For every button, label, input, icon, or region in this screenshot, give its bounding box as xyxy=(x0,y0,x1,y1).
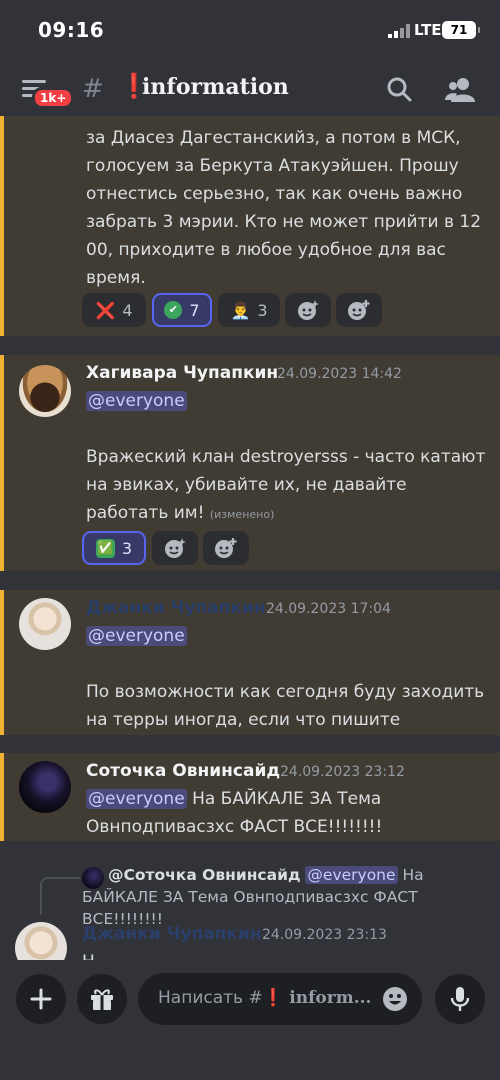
members-icon[interactable] xyxy=(445,76,475,102)
avatar[interactable] xyxy=(19,598,71,650)
microphone-icon xyxy=(450,987,470,1011)
cross-mark-icon: ❌ xyxy=(95,300,116,320)
message-item: Соточка Овнинсайд 24.09.2023 23:12 @ever… xyxy=(0,753,500,841)
green-check-icon: ✔ xyxy=(164,301,183,319)
avatar[interactable] xyxy=(19,761,71,813)
unread-badge: 1k+ xyxy=(32,87,75,109)
everyone-mention[interactable]: @everyone xyxy=(86,789,187,809)
status-bar: 09:16 LTE 71 xyxy=(0,0,500,60)
add-attachment-button[interactable] xyxy=(16,974,66,1024)
add-reaction-icon xyxy=(215,538,237,558)
super-reaction-icon xyxy=(165,538,186,558)
everyone-mention[interactable]: @everyone xyxy=(86,626,187,646)
reaction-count: 4 xyxy=(122,300,133,320)
everyone-mention: @everyone xyxy=(305,866,398,884)
avatar[interactable] xyxy=(15,922,67,960)
channel-header: 1k+ # ❗ information xyxy=(0,60,500,116)
emoji-picker-icon[interactable] xyxy=(382,986,408,1012)
check-mark-button-icon: ✅ xyxy=(95,538,115,558)
avatar[interactable] xyxy=(19,365,71,417)
message-body: @everyone xyxy=(86,622,490,650)
reaction-count: 3 xyxy=(121,538,133,558)
gift-button[interactable] xyxy=(77,974,127,1024)
add-super-reaction-button[interactable] xyxy=(285,293,331,327)
message-list[interactable]: за Диасез Дагестанскийз, а потом в МСК, … xyxy=(0,116,500,960)
message-body: @everyone xyxy=(86,387,490,415)
message-item: Джанки Чупапкин 24.09.2023 23:13 Н xyxy=(0,916,500,960)
message-composer: Написать #❗ inform... xyxy=(0,960,500,1080)
message-body: @everyone На БАЙКАЛЕ ЗА Тема Овнподпивас… xyxy=(86,785,490,841)
add-reaction-button[interactable] xyxy=(203,531,249,565)
reaction-count: 7 xyxy=(189,300,200,320)
message-input[interactable]: Написать #❗ inform... xyxy=(138,973,422,1025)
signal-icon xyxy=(388,24,410,38)
message-text: Вражеский клан destroyersss - часто ката… xyxy=(86,447,486,523)
search-icon[interactable] xyxy=(386,76,412,102)
reaction-count: 3 xyxy=(257,300,268,320)
author-name[interactable]: Джанки Чупапкин xyxy=(86,598,266,618)
edited-label: (изменено) xyxy=(209,508,275,521)
author-name[interactable]: Джанки Чупапкин xyxy=(82,924,262,944)
message-item: Джанки Чупапкин 24.09.2023 17:04 @everyo… xyxy=(0,590,500,735)
battery-icon: 71 xyxy=(442,21,480,39)
everyone-mention[interactable]: @everyone xyxy=(86,391,187,411)
message-text: Н xyxy=(82,948,486,960)
add-reaction-button[interactable] xyxy=(336,293,382,327)
voice-message-button[interactable] xyxy=(435,974,485,1024)
author-name[interactable]: Хагивара Чупапкин xyxy=(86,363,278,383)
plus-icon xyxy=(30,988,52,1010)
channel-name[interactable]: information xyxy=(142,74,289,100)
clock: 09:16 xyxy=(38,18,105,42)
reaction-check[interactable]: ✅ 3 xyxy=(82,531,146,565)
reaction-check[interactable]: ✔ 7 xyxy=(152,293,212,327)
gift-icon xyxy=(91,989,113,1010)
message-text: за Диасез Дагестанскийз, а потом в МСК, … xyxy=(86,128,482,288)
timestamp: 24.09.2023 23:13 xyxy=(262,927,387,943)
person-emoji-icon: 👨‍💼 xyxy=(230,300,251,320)
timestamp: 24.09.2023 23:12 xyxy=(280,764,405,780)
hash-icon: # xyxy=(82,74,104,104)
author-name[interactable]: Соточка Овнинсайд xyxy=(86,761,280,781)
message-item: за Диасез Дагестанскийз, а потом в МСК, … xyxy=(0,116,500,336)
super-reaction-icon xyxy=(298,300,319,320)
reaction-cross[interactable]: ❌ 4 xyxy=(82,293,146,327)
reply-author: @Соточка Овнинсайд xyxy=(108,866,301,884)
network-label: LTE xyxy=(414,21,442,39)
message-body: Вражеский клан destroyersss - часто ката… xyxy=(86,443,490,529)
timestamp: 24.09.2023 17:04 xyxy=(266,601,391,617)
reply-connector xyxy=(40,877,80,915)
message-item: Хагивара Чупапкин 24.09.2023 14:42 @ever… xyxy=(0,355,500,571)
message-text: По возможности как сегодня буду заходить… xyxy=(86,682,485,730)
message-input-placeholder: Написать #❗ inform... xyxy=(158,988,372,1008)
add-super-reaction-button[interactable] xyxy=(152,531,198,565)
add-reaction-icon xyxy=(348,300,370,320)
reaction-person[interactable]: 👨‍💼 3 xyxy=(218,293,280,327)
timestamp: 24.09.2023 14:42 xyxy=(277,366,402,382)
